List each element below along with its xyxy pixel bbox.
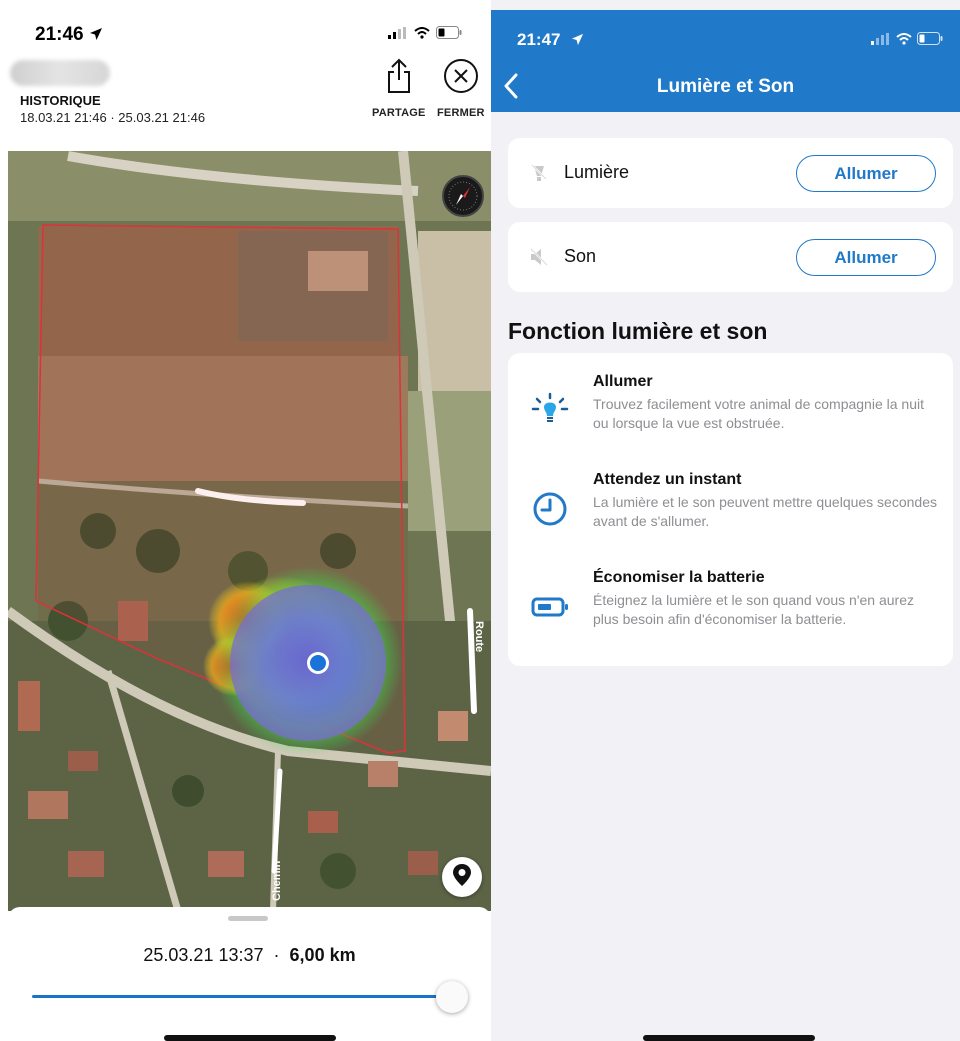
history-map[interactable]: Route Chemin — [8, 151, 491, 911]
signal-icon — [871, 32, 891, 50]
timeline-timestamp: 25.03.21 13:37 — [143, 945, 264, 965]
clock-icon — [530, 489, 570, 529]
road-label-chemin: Chemin — [271, 860, 283, 901]
map-pin-icon — [452, 863, 472, 892]
battery-status-icon — [917, 32, 943, 50]
section-title: Fonction lumière et son — [508, 318, 768, 344]
compass-button[interactable] — [442, 175, 484, 217]
sound-control-card: Son Allumer — [508, 222, 953, 292]
light-label: Lumière — [564, 162, 630, 182]
timeline-separator: · — [273, 945, 280, 965]
road-label-route: Route — [473, 621, 485, 652]
history-title: HISTORIQUE — [20, 93, 101, 108]
share-button[interactable]: PARTAGE — [372, 58, 426, 119]
share-icon — [386, 58, 412, 99]
speaker-muted-icon — [528, 246, 550, 268]
battery-icon — [530, 587, 570, 627]
sound-label: Son — [564, 246, 597, 266]
feature-desc: Trouvez facilement votre animal de compa… — [593, 396, 924, 431]
location-arrow-icon — [571, 33, 584, 51]
share-label: PARTAGE — [372, 107, 426, 119]
timeline-slider-track[interactable] — [32, 995, 456, 998]
feature-title: Allumer — [593, 373, 653, 390]
light-sound-screen: 21:47 Lumière et Son Lumière Allumer Son… — [491, 0, 960, 1041]
map-pin-button[interactable] — [442, 857, 482, 897]
light-on-button[interactable]: Allumer — [796, 155, 936, 192]
signal-icon — [388, 26, 408, 44]
timeline-info: 25.03.21 13:37 · 6,00 km — [8, 945, 491, 966]
status-icons — [388, 26, 462, 44]
features-card: Allumer Trouvez facilement votre animal … — [508, 353, 953, 666]
redacted-pet-name — [10, 60, 110, 86]
light-control-card: Lumière Allumer — [508, 138, 953, 208]
feature-title: Attendez un instant — [593, 471, 742, 488]
status-time: 21:46 — [35, 24, 84, 45]
satellite-map: Route Chemin — [8, 151, 491, 911]
bulb-icon — [528, 162, 550, 184]
close-label: FERMER — [437, 107, 485, 119]
timeline-sheet: 25.03.21 13:37 · 6,00 km — [8, 907, 491, 1041]
timeline-slider-thumb[interactable] — [436, 981, 468, 1013]
lightbulb-icon — [530, 391, 570, 431]
wifi-icon — [414, 26, 430, 44]
home-indicator — [643, 1035, 815, 1041]
history-screen: 21:46 HISTORIQUE 18.03.21 21:46 · 25.03.… — [0, 0, 491, 1041]
nav-header: 21:47 Lumière et Son — [491, 10, 960, 112]
compass-icon — [444, 181, 482, 219]
wifi-icon — [896, 32, 912, 50]
sound-on-button[interactable]: Allumer — [796, 239, 936, 276]
timeline-distance: 6,00 km — [289, 945, 356, 965]
feature-desc: Éteignez la lumière et le son quand vous… — [593, 592, 914, 627]
sheet-grabber[interactable] — [228, 916, 268, 921]
close-button[interactable]: FERMER — [437, 58, 485, 119]
location-arrow-icon — [89, 27, 103, 46]
page-title: Lumière et Son — [656, 76, 795, 97]
home-indicator — [164, 1035, 336, 1041]
battery-status-icon — [436, 26, 462, 44]
feature-title: Économiser la batterie — [593, 569, 765, 586]
status-icons — [871, 32, 943, 50]
history-date-range: 18.03.21 21:46 · 25.03.21 21:46 — [20, 110, 206, 125]
status-time: 21:47 — [517, 30, 561, 49]
feature-desc: La lumière et le son peuvent mettre quel… — [593, 494, 937, 529]
close-icon — [443, 58, 479, 99]
